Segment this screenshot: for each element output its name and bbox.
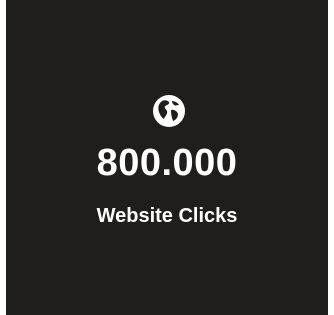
globe-icon [153, 95, 185, 127]
stat-label: Website Clicks [96, 205, 238, 227]
stat-card: 800.000 Website Clicks [6, 0, 328, 315]
stat-value: 800.000 [96, 142, 238, 184]
